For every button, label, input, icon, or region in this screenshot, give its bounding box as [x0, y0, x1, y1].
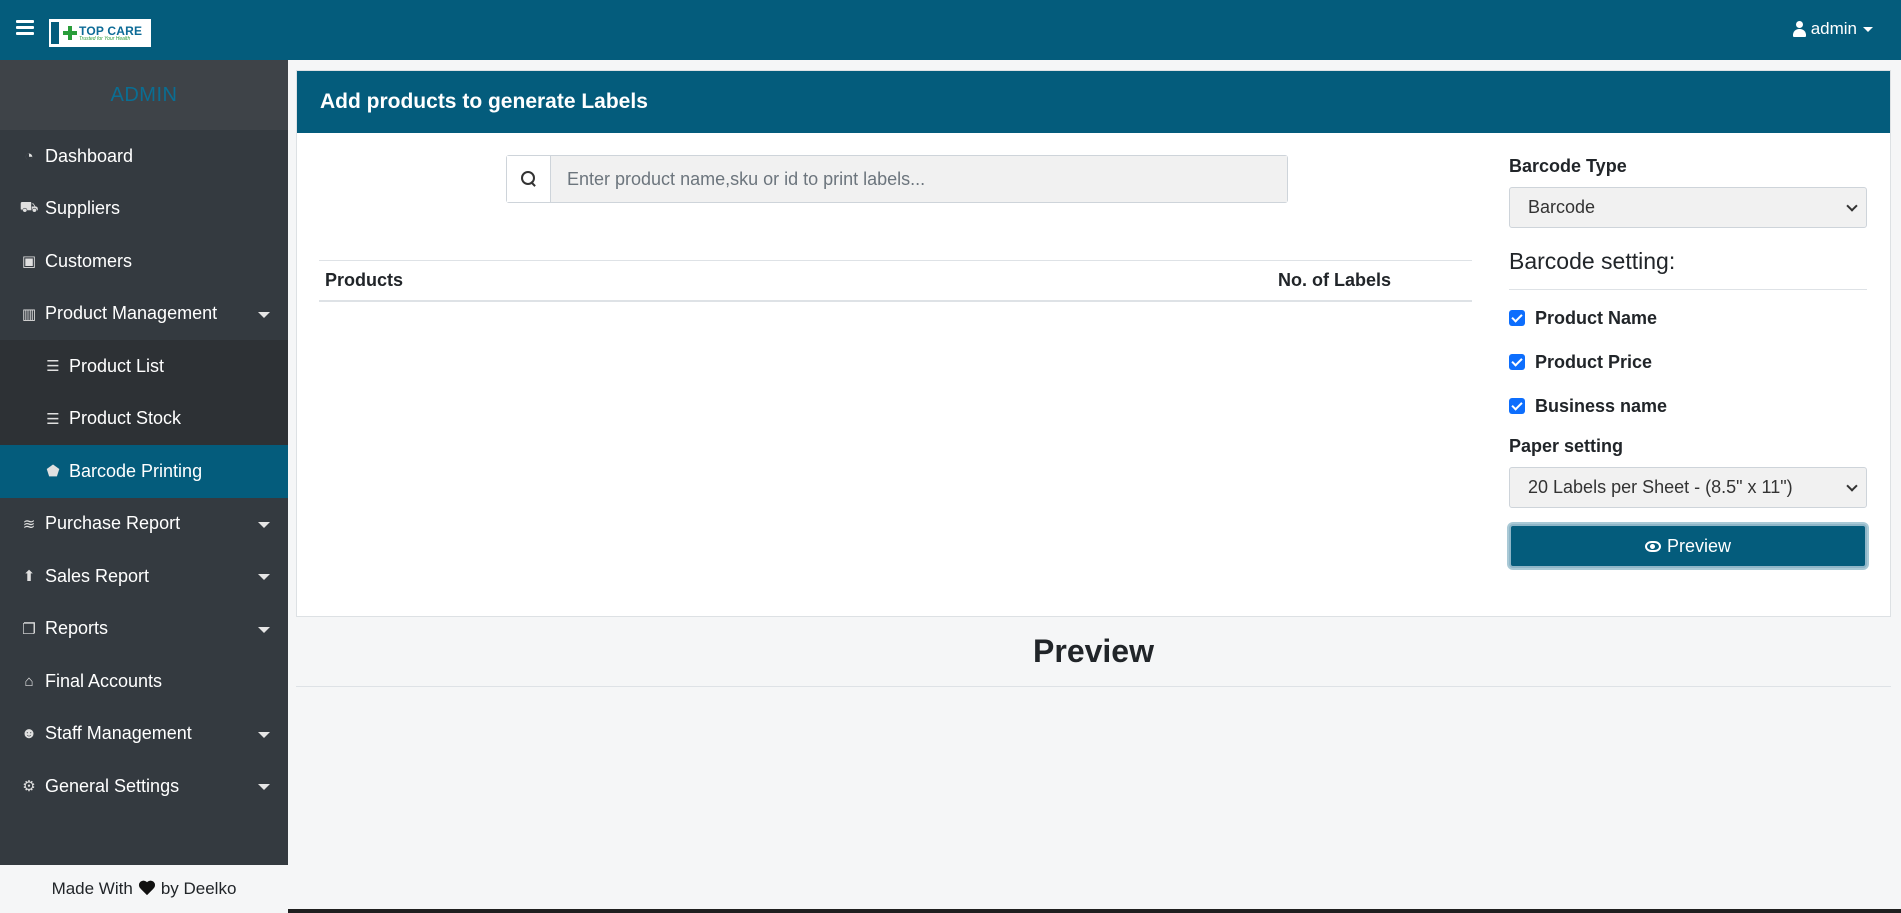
logo-text: TOP CARE Trusted for Your Health: [79, 25, 142, 42]
chevron-down-icon: [1846, 479, 1858, 492]
preview-section: Preview: [296, 617, 1891, 687]
sidebar-item-label: Customers: [45, 250, 133, 271]
checkbox-row-product-price: Product Price: [1509, 340, 1867, 384]
sidebar-item-label: Purchase Report: [45, 513, 181, 534]
eye-icon: [1644, 540, 1661, 552]
business-name-checkbox[interactable]: [1509, 398, 1525, 414]
barcode-icon: ▥: [21, 305, 37, 323]
caret-down-icon: [258, 574, 270, 580]
bottom-divider: [288, 909, 1901, 913]
user-icon: [1792, 21, 1806, 37]
paper-setting-value: 20 Labels per Sheet - (8.5" x 11"): [1528, 477, 1793, 497]
barcode-type-value: Barcode: [1528, 197, 1596, 217]
table-header-row: Products No. of Labels: [319, 260, 1472, 302]
sidebar-item-product-stock[interactable]: ☰ Product Stock: [0, 393, 288, 446]
checkbox-label: Product Price: [1535, 351, 1653, 372]
barcode-type-select[interactable]: Barcode: [1509, 187, 1867, 228]
chevron-down-icon: [1846, 199, 1858, 212]
upload-circle-icon: ⬆: [22, 568, 36, 586]
sidebar-item-suppliers[interactable]: ⛟ Suppliers: [0, 183, 288, 236]
truck-icon: ⛟: [19, 199, 39, 217]
preview-button-label: Preview: [1666, 535, 1732, 556]
bank-icon: ⌂: [24, 672, 34, 690]
caret-down-icon: [258, 521, 270, 528]
sidebar-item-label: Reports: [45, 618, 109, 639]
sidebar-item-reports[interactable]: ❐ Reports: [0, 603, 288, 656]
barcode-setting-title: Barcode setting:: [1509, 248, 1867, 290]
list-icon: ☰: [46, 358, 60, 376]
sidebar-item-label: Dashboard: [45, 145, 134, 166]
checkbox-label: Business name: [1535, 395, 1668, 416]
sidebar: ADMIN ◔ Dashboard ⛟ Suppliers ▣ Customer…: [0, 60, 288, 865]
products-table: Products No. of Labels: [319, 260, 1472, 302]
product-search-input[interactable]: [551, 156, 1287, 202]
sidebar-item-product-list[interactable]: ☰ Product List: [0, 340, 288, 393]
column-header-no-of-labels: No. of Labels: [1272, 260, 1472, 302]
sidebar-item-dashboard[interactable]: ◔ Dashboard: [0, 130, 288, 183]
sidebar-item-label: Suppliers: [45, 198, 121, 219]
sidebar-item-label: Product Management: [45, 303, 218, 324]
caret-down-icon: [258, 784, 270, 790]
database-icon: ≋: [22, 515, 36, 533]
preview-button[interactable]: Preview: [1509, 524, 1867, 568]
label-generator-card: Add products to generate Labels Products…: [296, 70, 1891, 617]
sidebar-item-sales-report[interactable]: ⬆ Sales Report: [0, 550, 288, 603]
sidebar-item-barcode-printing[interactable]: ⬟ Barcode Printing: [0, 445, 288, 498]
caret-down-icon: [1863, 26, 1873, 32]
checkbox-row-product-name: Product Name: [1509, 296, 1867, 340]
sidebar-item-label: Sales Report: [45, 565, 150, 586]
sidebar-item-customers[interactable]: ▣ Customers: [0, 235, 288, 288]
sidebar-footer: Made With by Deelko: [0, 865, 288, 913]
sidebar-item-general-settings[interactable]: ⚙ General Settings: [0, 760, 288, 813]
sidebar-header: ADMIN: [0, 60, 288, 130]
users-icon: ☻: [21, 725, 37, 743]
logo-title: TOP CARE: [79, 23, 143, 38]
copy-icon: ❐: [22, 620, 36, 638]
preview-title: Preview: [1033, 633, 1154, 669]
caret-down-icon: [258, 731, 270, 738]
heart-icon: [138, 881, 156, 897]
cogs-icon: ⚙: [22, 778, 36, 796]
list-icon: ☰: [46, 410, 60, 428]
product-management-submenu: ☰ Product List ☰ Product Stock ⬟ Barcode…: [0, 340, 288, 498]
footer-made-with: Made With: [51, 879, 133, 898]
paper-setting-label: Paper setting: [1509, 436, 1624, 456]
user-menu[interactable]: admin: [1792, 19, 1873, 39]
id-badge-icon: ▣: [21, 253, 37, 271]
checkbox-row-business-name: Business name: [1509, 384, 1867, 428]
footer-by: by Deelko: [160, 879, 237, 898]
product-name-checkbox[interactable]: [1509, 310, 1525, 326]
caret-down-icon: [258, 626, 270, 633]
logo[interactable]: TOP CARE Trusted for Your Health: [49, 19, 151, 47]
barcode-settings-panel: Barcode Type Barcode Barcode setting: Pr…: [1509, 156, 1867, 568]
top-navbar: TOP CARE Trusted for Your Health admin: [0, 0, 1901, 60]
sidebar-item-staff-management[interactable]: ☻ Staff Management: [0, 708, 288, 761]
column-header-products: Products: [319, 260, 1272, 302]
checkbox-label: Product Name: [1535, 307, 1658, 328]
tag-icon: ⬟: [46, 463, 60, 481]
sidebar-item-label: Product Stock: [69, 408, 182, 429]
hamburger-menu-icon[interactable]: [16, 20, 34, 36]
sidebar-item-label: Barcode Printing: [69, 460, 203, 481]
medical-cross-icon: [63, 26, 77, 40]
user-name: admin: [1810, 19, 1857, 38]
sidebar-item-label: Final Accounts: [45, 670, 163, 691]
search-icon: [520, 171, 537, 187]
card-title: Add products to generate Labels: [297, 71, 1890, 133]
sidebar-item-product-management[interactable]: ▥ Product Management: [0, 288, 288, 341]
dashboard-icon: ◔: [24, 147, 34, 165]
sidebar-item-label: General Settings: [45, 775, 180, 796]
product-search-group: [506, 155, 1288, 203]
logo-bar: [51, 22, 59, 44]
sidebar-item-purchase-report[interactable]: ≋ Purchase Report: [0, 498, 288, 551]
barcode-type-label: Barcode Type: [1509, 156, 1627, 176]
search-addon: [507, 156, 551, 202]
sidebar-item-final-accounts[interactable]: ⌂ Final Accounts: [0, 655, 288, 708]
product-price-checkbox[interactable]: [1509, 354, 1525, 370]
barcode-setting-checkboxes: Product Name Product Price Business name: [1509, 296, 1867, 428]
sidebar-item-label: Staff Management: [45, 723, 192, 744]
sidebar-item-label: Product List: [69, 355, 165, 376]
paper-setting-select[interactable]: 20 Labels per Sheet - (8.5" x 11"): [1509, 467, 1867, 508]
caret-down-icon: [258, 311, 270, 318]
